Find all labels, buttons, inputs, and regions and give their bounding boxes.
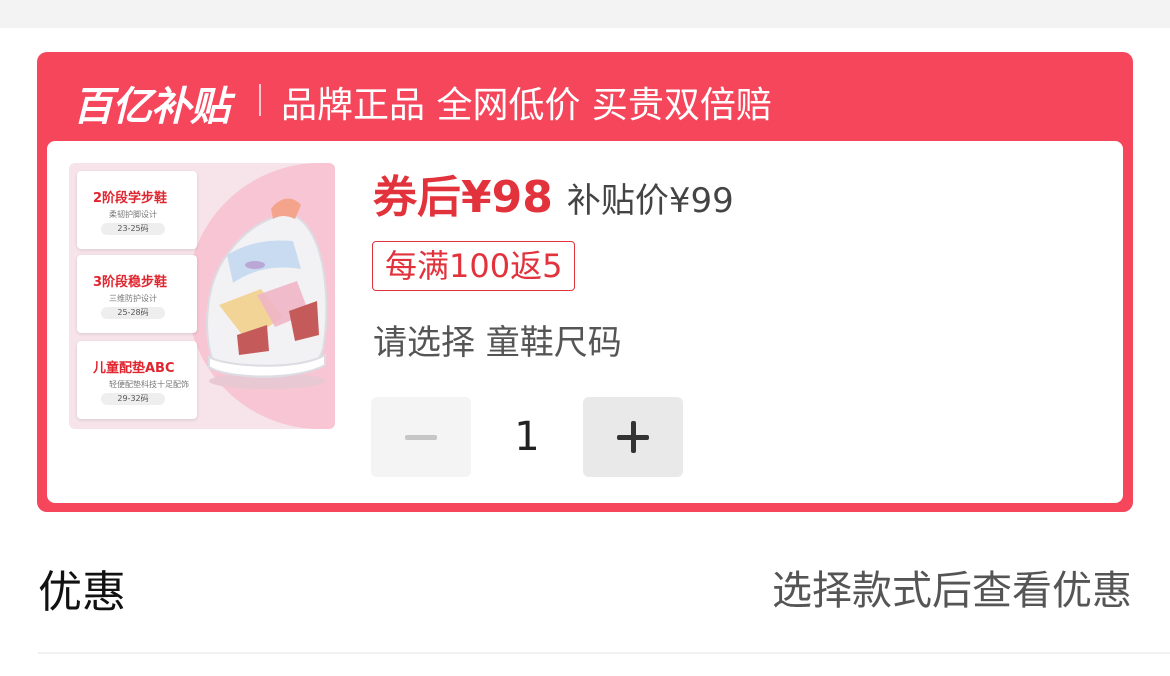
- coupon-tag: 每满100返5: [372, 241, 576, 291]
- thumbnail-spec-card: 儿童配垫ABC 轻便配垫科技十足配饰 29-32码: [77, 341, 197, 419]
- top-strip: [0, 0, 1170, 28]
- spec-title: 3阶段稳步鞋: [93, 275, 168, 290]
- discount-row[interactable]: 优惠 选择款式后查看优惠: [38, 552, 1132, 618]
- product-panel: 2阶段学步鞋 柔韧护脚设计 23-25码 3阶段稳步鞋 三维防护设计 25-28…: [47, 141, 1123, 503]
- discount-hint: 选择款式后查看优惠: [772, 568, 1132, 614]
- banner-slogan: 品牌正品 全网低价 买贵双倍赔: [281, 85, 772, 126]
- brand-logo: 百亿补贴: [73, 84, 230, 130]
- subsidy-banner: 百亿补贴 品牌正品 全网低价 买贵双倍赔: [37, 52, 1133, 142]
- price-line: 券后¥98 补贴价¥99: [373, 161, 734, 225]
- quantity-value: 1: [514, 414, 540, 460]
- spec-desc: 轻便配垫科技十足配饰: [109, 380, 189, 389]
- final-price: 券后¥98: [373, 172, 553, 223]
- spec-desc: 三维防护设计: [109, 294, 157, 303]
- size-select-prompt[interactable]: 请选择 童鞋尺码: [373, 315, 622, 364]
- product-thumbnail[interactable]: 2阶段学步鞋 柔韧护脚设计 23-25码 3阶段稳步鞋 三维防护设计 25-28…: [69, 163, 335, 429]
- quantity-increment-button[interactable]: [583, 397, 683, 477]
- section-divider: [38, 652, 1170, 654]
- shoe-image: [206, 198, 328, 389]
- spec-size: 25-28码: [101, 307, 165, 319]
- banner-divider: [259, 84, 261, 116]
- thumbnail-spec-card: 2阶段学步鞋 柔韧护脚设计 23-25码: [77, 171, 197, 249]
- spec-title: 2阶段学步鞋: [93, 191, 168, 206]
- subsidy-product-card: 百亿补贴 品牌正品 全网低价 买贵双倍赔 2阶段学步鞋 柔韧护脚设计 23-25…: [37, 52, 1133, 512]
- quantity-decrement-button[interactable]: [371, 397, 471, 477]
- spec-desc: 柔韧护脚设计: [109, 210, 157, 219]
- plus-icon: [617, 421, 649, 453]
- spec-size: 29-32码: [101, 393, 165, 405]
- subsidy-price: 补贴价¥99: [566, 181, 734, 221]
- spec-title: 儿童配垫ABC: [93, 361, 175, 376]
- minus-icon: [405, 434, 437, 440]
- discount-label: 优惠: [38, 567, 126, 618]
- spec-size: 23-25码: [101, 223, 165, 235]
- thumbnail-spec-card: 3阶段稳步鞋 三维防护设计 25-28码: [77, 255, 197, 333]
